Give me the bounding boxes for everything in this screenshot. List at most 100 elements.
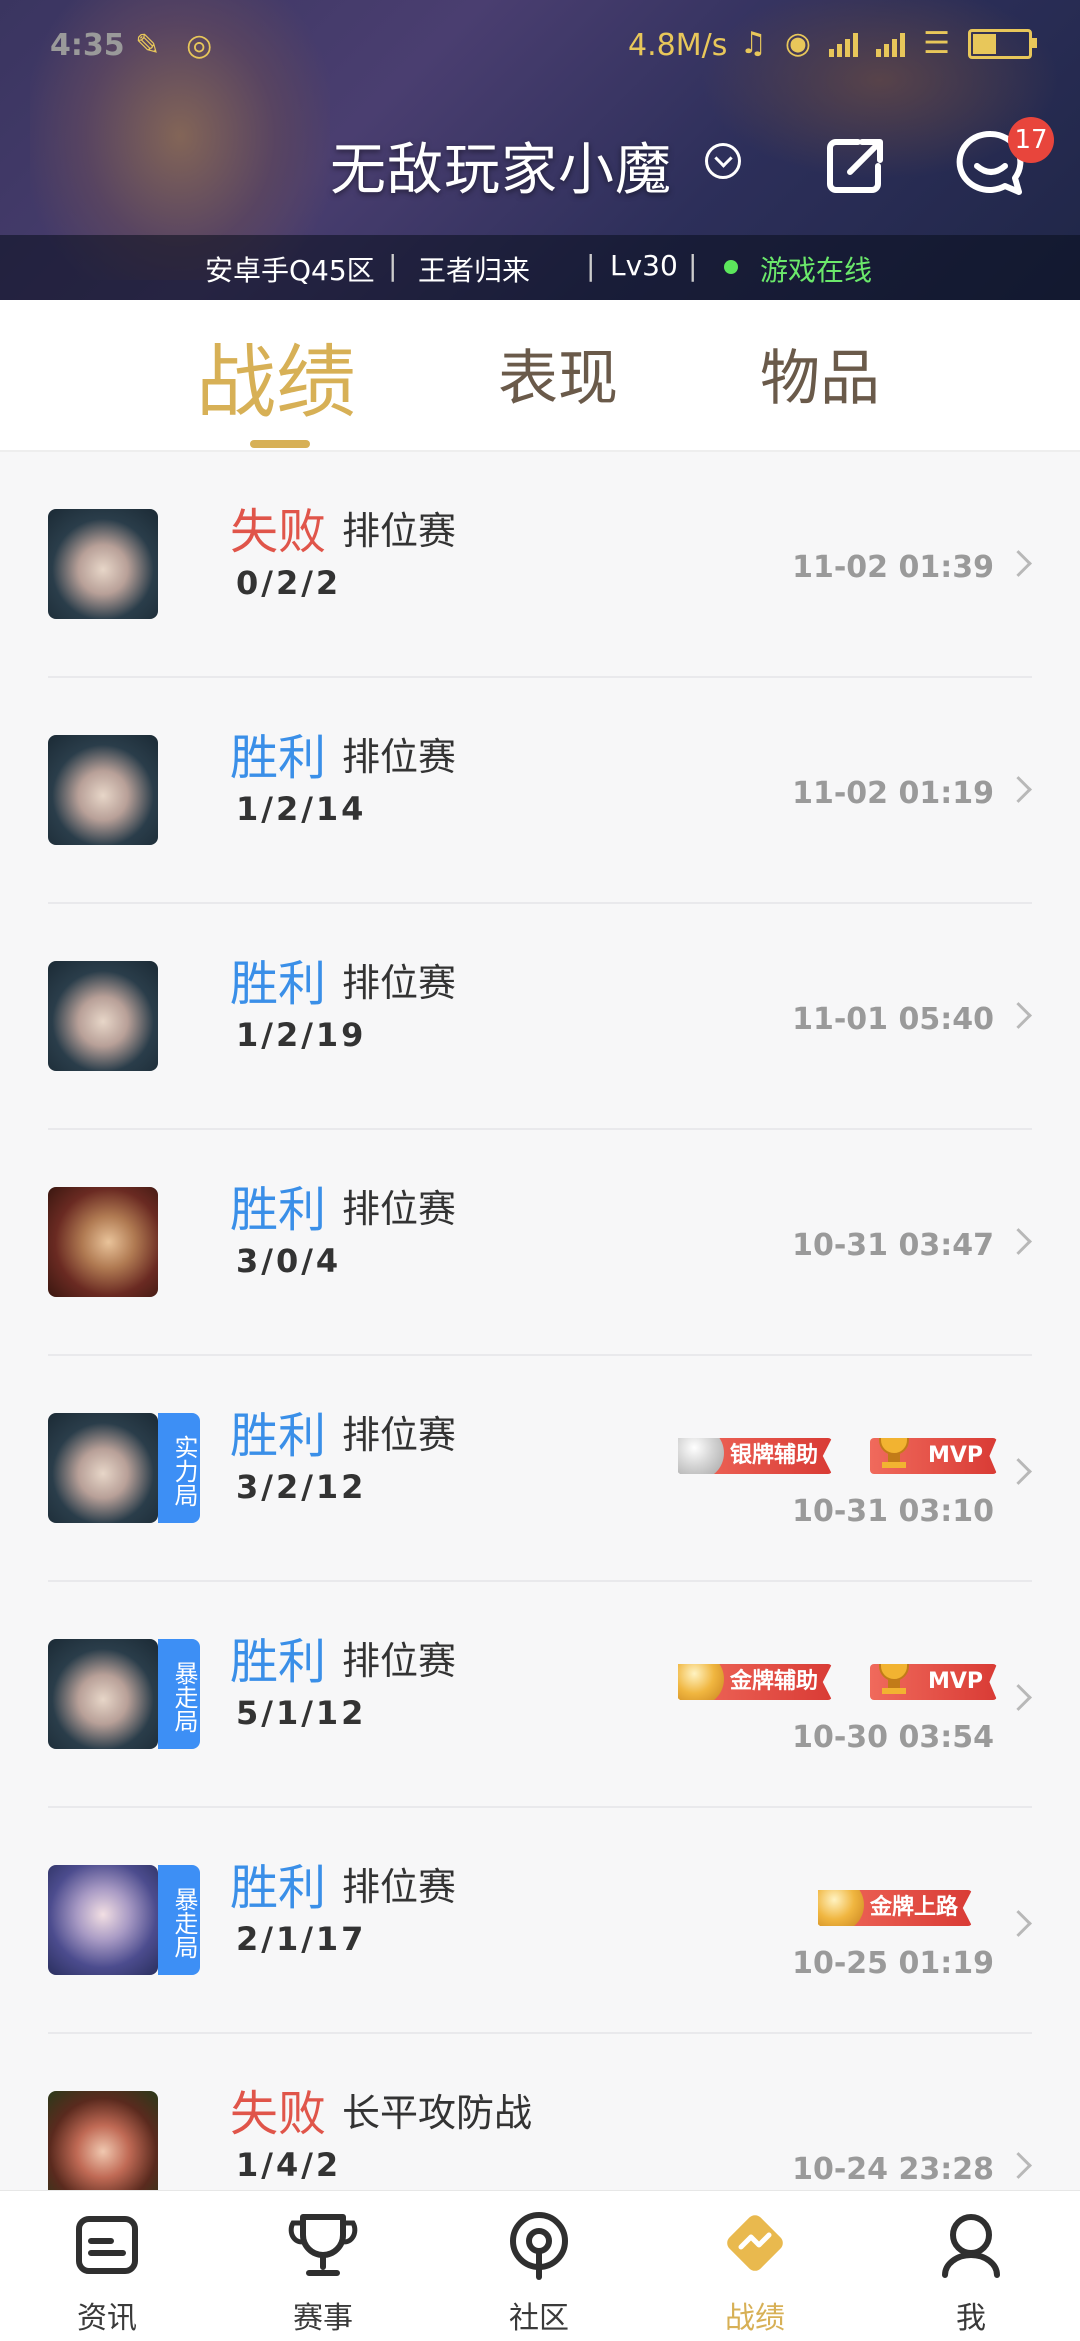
profile-icon [942,2214,1000,2278]
match-mode: 排位赛 [342,1187,457,1231]
match-mode: 排位赛 [342,735,457,779]
divider: | [688,249,698,282]
match-result: 失败 [230,2086,327,2142]
trophy-icon [879,1438,909,1468]
level-label: Lv30 [610,249,678,282]
match-time: 10-24 23:28 [792,2152,994,2187]
match-kda: 0/2/2 [236,564,342,602]
match-time: 10-30 03:54 [792,1720,994,1755]
match-row[interactable]: 实力局 胜利 排位赛 3/2/12 银牌辅助 MVP 10-31 03:10 [48,1356,1032,1582]
hero-avatar [48,1413,158,1523]
hero-avatar [48,1639,158,1749]
signal-icon [829,31,859,57]
chevron-down-icon[interactable] [705,143,741,179]
chevron-right-icon [1005,1684,1032,1711]
match-kda: 3/2/12 [236,1468,367,1506]
headphone-icon: ♫ [740,26,767,61]
award-badge: 银牌辅助 [678,1438,833,1474]
bottom-nav: 资讯 赛事 社区 战绩 我 [0,2190,1080,2341]
match-result: 胜利 [230,1408,327,1464]
chevron-right-icon [1005,1228,1032,1255]
match-time: 11-02 01:39 [792,550,994,585]
award-label: 金牌上路 [870,1895,959,1920]
match-mode: 长平攻防战 [342,2091,533,2135]
stats-icon [727,2215,783,2271]
hero-avatar [48,961,158,1071]
hotspot-icon: ◉ [784,26,812,61]
divider: | [388,249,398,282]
match-kda: 1/2/14 [236,790,367,828]
server-label: 安卓手Q45区 [205,254,375,287]
notification-icon: ✎ [135,28,161,63]
match-tag: 暴走局 [158,1865,200,1975]
match-tag: 实力局 [158,1413,200,1523]
match-row[interactable]: 失败 排位赛 0/2/2 11-02 01:39 [48,452,1032,678]
online-dot-icon [724,260,738,274]
match-result: 胜利 [230,1634,327,1690]
match-row[interactable]: 暴走局 胜利 排位赛 2/1/17 金牌上路 10-25 01:19 [48,1808,1032,2034]
chevron-right-icon [1005,1910,1032,1937]
nav-label: 资讯 [77,2301,137,2336]
chevron-right-icon [1005,1458,1032,1485]
online-status: 游戏在线 [760,254,873,287]
match-time: 11-02 01:19 [792,776,994,811]
tab-bar: 战绩 表现 物品 [0,300,1080,452]
app-notification-icon: ◎ [186,28,213,63]
player-name[interactable]: 无敌玩家小魔 [330,125,672,206]
chevron-right-icon [1005,2152,1032,2179]
nav-community[interactable]: 社区 [464,2201,614,2341]
nav-events[interactable]: 赛事 [248,2201,398,2341]
hero-avatar [48,2091,158,2201]
award-badge: 金牌上路 [818,1890,973,1926]
nav-label: 社区 [509,2301,569,2336]
rank-title: 王者归来 [418,254,531,287]
match-tag: 暴走局 [158,1639,200,1749]
match-kda: 1/2/19 [236,1016,367,1054]
match-time: 10-31 03:47 [792,1228,994,1263]
nav-profile[interactable]: 我 [896,2201,1046,2341]
match-kda: 2/1/17 [236,1920,367,1958]
hero-avatar [48,509,158,619]
chevron-right-icon [1005,550,1032,577]
tab-performance[interactable]: 表现 [498,330,618,417]
trophy-icon [288,2214,358,2276]
message-count-badge: 17 [1008,117,1054,163]
match-kda: 5/1/12 [236,1694,367,1732]
match-mode: 排位赛 [342,1639,457,1683]
mvp-badge: MVP [870,1664,998,1700]
profile-header: 4:35 ✎ ◎ 4.8M/s ♫ ◉ ☰ 无敌玩家小魔 17 安卓手Q45区 … [0,0,1080,300]
award-label: 银牌辅助 [730,1443,819,1468]
hero-avatar [48,1187,158,1297]
tab-items[interactable]: 物品 [760,330,880,417]
nav-news[interactable]: 资讯 [32,2201,182,2341]
match-time: 11-01 05:40 [792,1002,994,1037]
match-mode: 排位赛 [342,509,457,553]
chevron-right-icon [1005,1002,1032,1029]
match-row[interactable]: 胜利 排位赛 1/2/14 11-02 01:19 [48,678,1032,904]
match-result: 胜利 [230,730,327,786]
nav-label: 赛事 [293,2301,353,2336]
news-icon [76,2216,138,2274]
match-result: 胜利 [230,956,327,1012]
match-row[interactable]: 暴走局 胜利 排位赛 5/1/12 金牌辅助 MVP 10-30 03:54 [48,1582,1032,1808]
player-info-bar: 安卓手Q45区 | 王者归来 | Lv30 | 游戏在线 [0,235,1080,300]
share-icon[interactable] [822,132,888,198]
nav-label: 我 [956,2301,986,2336]
nav-stats[interactable]: 战绩 [680,2201,830,2341]
match-kda: 3/0/4 [236,1242,342,1280]
trophy-icon [879,1664,909,1694]
hero-avatar [48,735,158,845]
chevron-right-icon [1005,776,1032,803]
match-time: 10-31 03:10 [792,1494,994,1529]
match-row[interactable]: 胜利 排位赛 1/2/19 11-01 05:40 [48,904,1032,1130]
tab-record[interactable]: 战绩 [196,318,356,434]
nav-label: 战绩 [725,2301,785,2336]
community-icon [510,2212,568,2280]
award-badge: 金牌辅助 [678,1664,833,1700]
match-row[interactable]: 胜利 排位赛 3/0/4 10-31 03:47 [48,1130,1032,1356]
tab-active-indicator [250,440,310,448]
mvp-label: MVP [928,1443,984,1468]
status-bar: 4:35 ✎ ◎ 4.8M/s ♫ ◉ ☰ [0,20,1080,76]
gold-medal-icon [678,1664,724,1700]
silver-medal-icon [678,1438,724,1474]
